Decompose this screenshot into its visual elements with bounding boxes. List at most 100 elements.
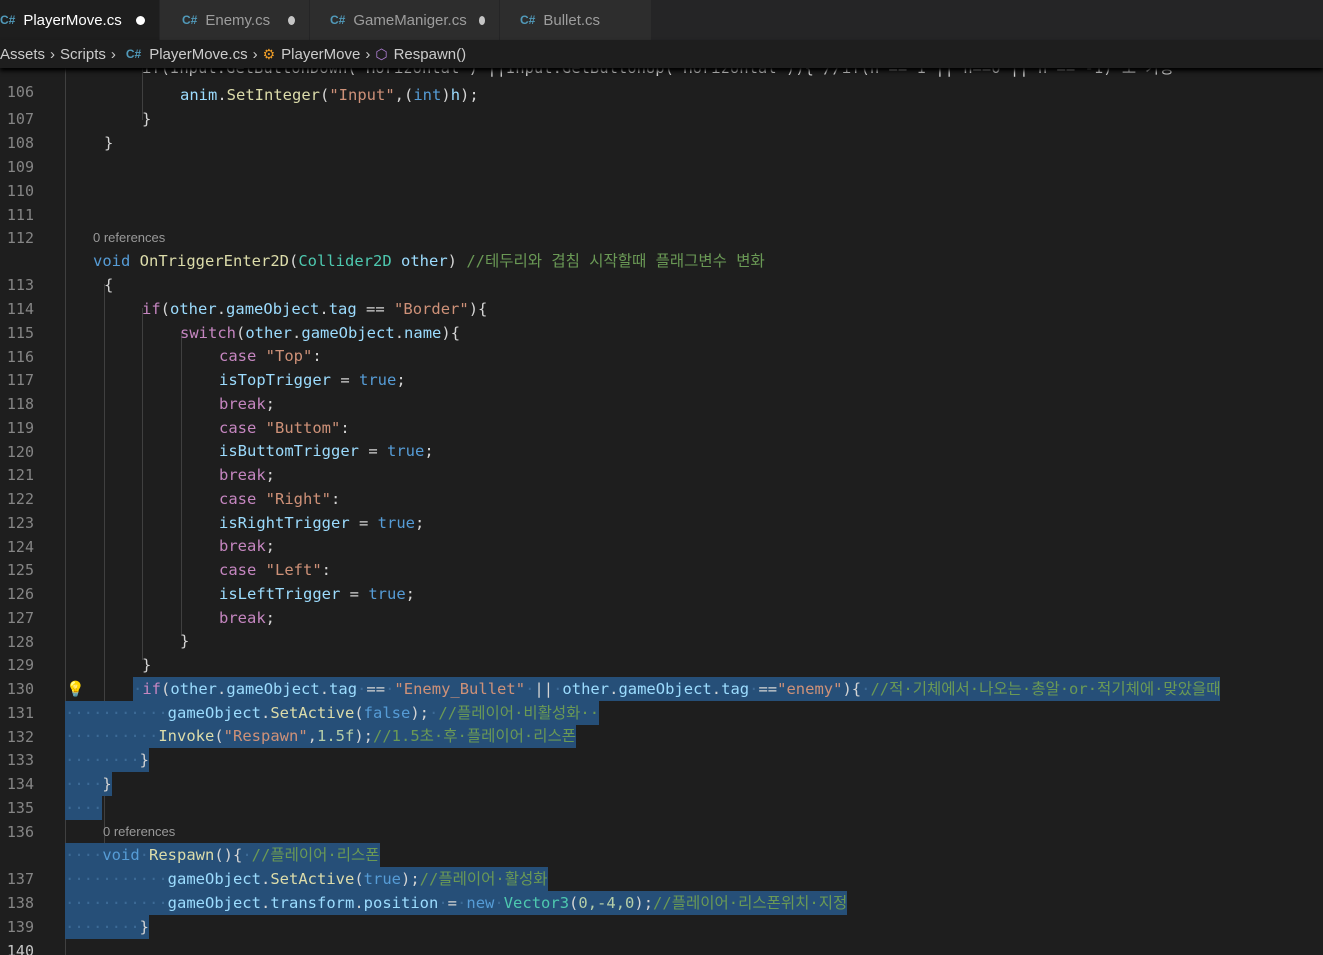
- code-token: Respawn: [149, 846, 215, 864]
- code-token: 0,-4,0: [578, 894, 635, 912]
- breadcrumb: Assets › Scripts › C# PlayerMove.cs › ⚙ …: [0, 40, 1323, 68]
- breadcrumb-file[interactable]: PlayerMove.cs: [149, 46, 247, 63]
- code-line: 123 case "Right":: [0, 487, 1323, 532]
- csharp-file-icon: C#: [330, 13, 346, 27]
- selected-code-text: ········}: [65, 748, 149, 772]
- code-token: break: [219, 537, 266, 555]
- code-text: if(Input.GetButtonDown("Horizontal") ||I…: [142, 68, 1174, 77]
- code-token: other: [401, 252, 448, 270]
- code-token: //플레이어·비활성화··: [438, 704, 600, 722]
- code-token: //플레이어·리스폰위치·지정: [653, 894, 848, 912]
- code-token: switch: [180, 324, 236, 342]
- selected-code-text: ····}: [65, 772, 112, 796]
- code-token: other: [170, 300, 217, 318]
- code-editor[interactable]: 106 if(Input.GetButtonDown("Horizontal")…: [0, 68, 1323, 955]
- selected-code-text: ····void·Respawn(){·//플레이어·리스폰: [65, 843, 380, 867]
- tab-enemy[interactable]: C# Enemy.cs: [160, 0, 310, 40]
- code-token: //1.5초·후·플레이어·리스폰: [373, 727, 577, 745]
- code-token: Collider2D: [298, 252, 392, 270]
- code-text: }: [142, 656, 152, 674]
- code-token: true: [386, 442, 425, 460]
- code-text: case "Left":: [219, 561, 332, 579]
- breadcrumb-class[interactable]: PlayerMove: [281, 46, 360, 63]
- code-line: 130 }: [0, 653, 1323, 698]
- code-line: 117 case "Top":: [0, 344, 1323, 389]
- code-line: 134 ········}: [0, 748, 1323, 793]
- method-cube-icon: ⬡: [375, 45, 388, 62]
- tab-label: Enemy.cs: [205, 11, 271, 29]
- code-token: "Border": [394, 300, 469, 318]
- code-token: gameObject: [226, 300, 320, 318]
- code-line: 112: [0, 202, 1323, 247]
- codelens-references[interactable]: 0 references: [103, 822, 175, 842]
- code-line: 113 void OnTriggerEnter2D(Collider2D oth…: [0, 249, 1323, 294]
- code-token: case: [219, 490, 257, 508]
- code-line: 136 ····: [0, 796, 1323, 841]
- tab-label: PlayerMove.cs: [23, 11, 122, 29]
- code-text: break;: [219, 537, 276, 555]
- code-text: }: [142, 110, 152, 128]
- code-line: 121 isButtomTrigger = true;: [0, 439, 1323, 484]
- selected-code-text: ··········Invoke("Respawn",1.5f);//1.5초·…: [65, 724, 577, 748]
- line-number: 112: [6, 229, 34, 247]
- tab-bullet[interactable]: C# Bullet.cs: [500, 0, 652, 40]
- code-line: 106 if(Input.GetButtonDown("Horizontal")…: [0, 68, 1323, 101]
- code-token: gameObject: [167, 894, 261, 912]
- code-token: "Input": [329, 86, 395, 104]
- code-line: 119 break;: [0, 392, 1323, 437]
- code-token: new: [466, 894, 495, 912]
- code-text: if(other.gameObject.tag == "Border"){: [142, 300, 488, 318]
- unsaved-dot-icon[interactable]: [478, 15, 485, 25]
- lightbulb-icon[interactable]: 💡: [66, 677, 85, 701]
- code-text: case "Right":: [219, 490, 341, 508]
- unsaved-dot-icon[interactable]: [135, 15, 145, 25]
- tab-gamemaniger[interactable]: C# GameManiger.cs: [310, 0, 500, 40]
- code-token: //플레이어·활성화: [419, 870, 548, 888]
- class-icon: ⚙: [262, 45, 276, 62]
- code-token: "Top": [265, 347, 313, 365]
- tab-label: Bullet.cs: [543, 11, 601, 29]
- code-token: gameObject: [167, 870, 261, 888]
- tab-playermove[interactable]: C# PlayerMove.cs: [0, 0, 160, 40]
- selected-code-text: ···········gameObject.SetActive(false);·…: [65, 701, 600, 725]
- code-line: 139 ···········gameObject.transform.posi…: [0, 891, 1323, 936]
- breadcrumb-assets[interactable]: Assets: [0, 46, 45, 63]
- code-token: "Enemy_Bullet": [394, 680, 526, 698]
- chevron-right-icon: ›: [50, 45, 56, 63]
- code-token: anim: [180, 86, 218, 104]
- code-line: 114 {: [0, 273, 1323, 318]
- code-text: }: [180, 632, 190, 650]
- unsaved-dot-icon[interactable]: [288, 15, 295, 25]
- code-text: }: [104, 134, 114, 152]
- code-line: 124 isRightTrigger = true;: [0, 511, 1323, 556]
- code-text: break;: [219, 466, 276, 484]
- code-token: if: [142, 300, 161, 318]
- code-line: 126 case "Left":: [0, 558, 1323, 603]
- code-line: 138 ···········gameObject.SetActive(true…: [0, 867, 1323, 912]
- code-token: void: [93, 252, 131, 270]
- breadcrumb-method[interactable]: Respawn(): [394, 46, 467, 63]
- code-token: int: [413, 86, 442, 104]
- code-token: true: [377, 514, 415, 532]
- breadcrumb-scripts[interactable]: Scripts: [60, 46, 106, 63]
- selected-code-text: ········}: [65, 915, 149, 939]
- code-line: 111: [0, 179, 1323, 224]
- code-line: 141: [0, 939, 1323, 955]
- code-line: 135 ····}: [0, 772, 1323, 817]
- code-token: true: [368, 585, 406, 603]
- code-line: 115 if(other.gameObject.tag == "Border")…: [0, 297, 1323, 342]
- code-line: 108 }: [0, 107, 1323, 152]
- code-line: 140 ········}: [0, 915, 1323, 955]
- code-token: //플레이어·리스폰: [251, 846, 380, 864]
- code-token: SetInteger: [226, 86, 320, 104]
- code-token: true: [363, 870, 401, 888]
- code-token: h: [450, 86, 461, 104]
- csharp-file-icon: C#: [182, 13, 198, 27]
- codelens-references[interactable]: 0 references: [93, 228, 165, 248]
- code-token: 1.5f: [317, 727, 355, 745]
- code-token: void: [102, 846, 140, 864]
- code-token: false: [363, 704, 411, 722]
- code-token: position: [363, 894, 439, 912]
- code-token: tag: [329, 680, 358, 698]
- code-line: 133 ··········Invoke("Respawn",1.5f);//1…: [0, 724, 1323, 769]
